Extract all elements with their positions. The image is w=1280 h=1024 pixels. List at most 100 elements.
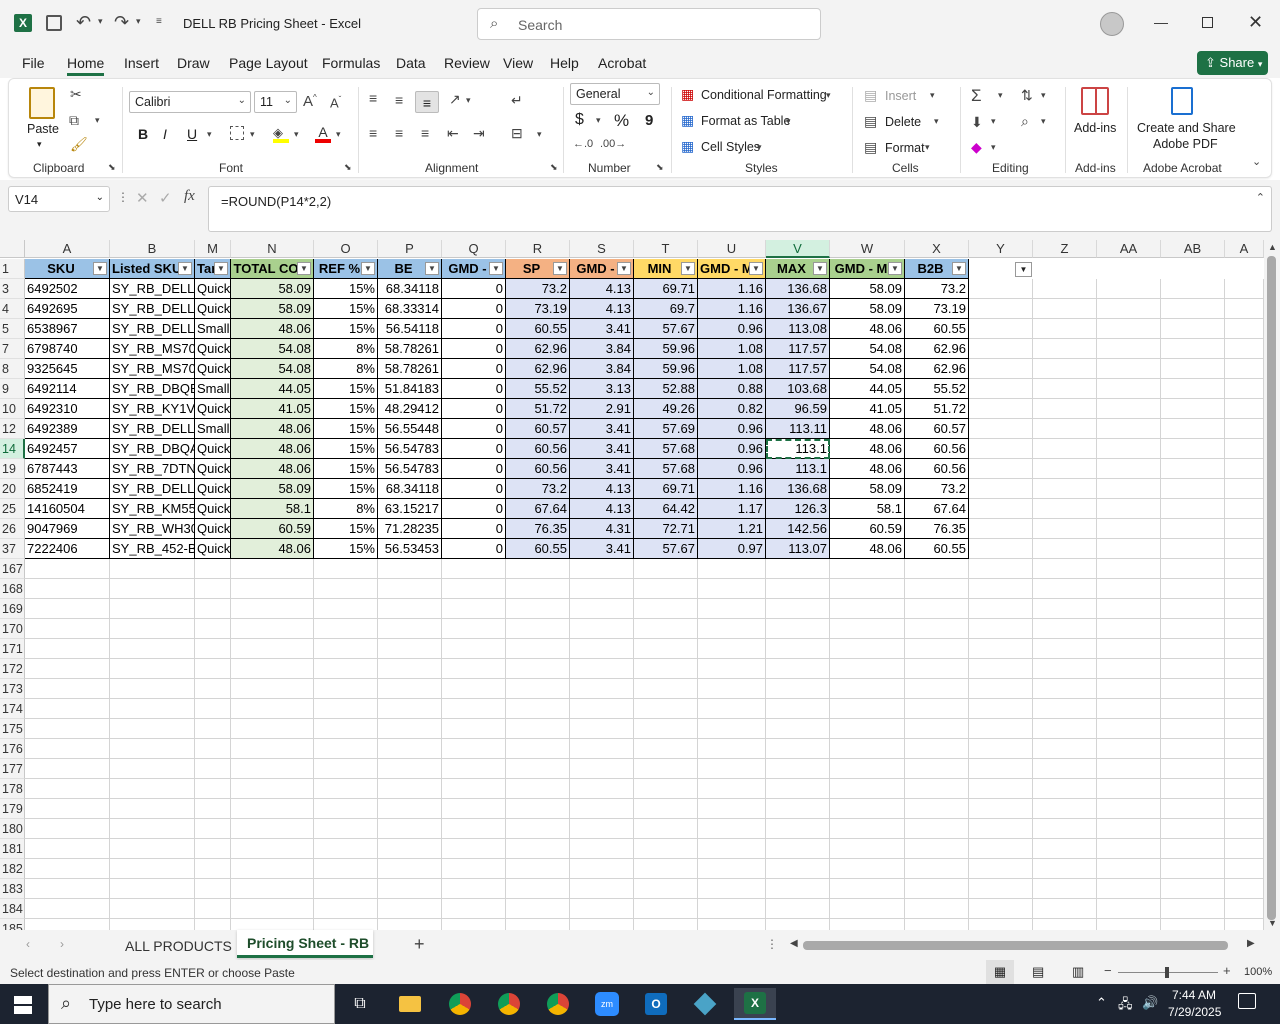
empty-cell[interactable] <box>378 739 442 759</box>
table-cell[interactable]: 126.3 <box>766 499 830 519</box>
empty-cell[interactable] <box>231 759 314 779</box>
empty-cell[interactable] <box>969 379 1033 399</box>
empty-cell[interactable] <box>830 719 905 739</box>
table-cell[interactable]: 0.96 <box>698 459 766 479</box>
empty-cell[interactable] <box>1033 439 1097 459</box>
empty-cell[interactable] <box>1033 799 1097 819</box>
empty-cell[interactable] <box>969 699 1033 719</box>
empty-cell[interactable] <box>1161 859 1225 879</box>
empty-cell[interactable] <box>1033 419 1097 439</box>
empty-cell[interactable] <box>634 819 698 839</box>
tab-help[interactable]: Help <box>550 55 579 71</box>
table-cell[interactable]: Quick <box>195 519 231 539</box>
chrome-profile-3-icon[interactable] <box>540 988 576 1020</box>
create-share-pdf-button-line1[interactable]: Create and Share <box>1137 121 1236 135</box>
table-cell[interactable]: 55.52 <box>506 379 570 399</box>
table-cell[interactable]: 60.56 <box>905 439 969 459</box>
align-bottom-icon[interactable]: ≡ <box>415 91 439 113</box>
empty-cell[interactable] <box>25 739 110 759</box>
empty-cell[interactable] <box>766 799 830 819</box>
table-cell[interactable]: 73.19 <box>905 299 969 319</box>
empty-cell[interactable] <box>1097 699 1161 719</box>
empty-cell[interactable] <box>506 679 570 699</box>
table-cell[interactable]: 15% <box>314 279 378 299</box>
empty-cell[interactable] <box>442 839 506 859</box>
column-header[interactable]: N <box>231 240 314 258</box>
tab-home[interactable]: Home <box>67 55 105 76</box>
empty-cell[interactable] <box>1097 319 1161 339</box>
empty-cell[interactable] <box>969 779 1033 799</box>
empty-cell[interactable] <box>570 899 634 919</box>
table-cell[interactable]: Quick <box>195 459 231 479</box>
column-header[interactable]: S <box>570 240 634 258</box>
empty-cell[interactable] <box>195 839 231 859</box>
collapse-formula-icon[interactable]: ⌃ <box>1256 191 1265 204</box>
tab-view[interactable]: View <box>503 55 533 71</box>
empty-cell[interactable] <box>969 539 1033 559</box>
empty-cell[interactable] <box>314 839 378 859</box>
table-cell[interactable]: 6492695 <box>25 299 110 319</box>
table-cell[interactable]: 15% <box>314 479 378 499</box>
empty-cell[interactable] <box>110 559 195 579</box>
table-cell[interactable]: 56.53453 <box>378 539 442 559</box>
row-header[interactable]: 173 <box>0 679 25 699</box>
empty-cell[interactable] <box>110 719 195 739</box>
empty-cell[interactable] <box>1033 679 1097 699</box>
table-cell[interactable]: 60.55 <box>506 319 570 339</box>
empty-cell[interactable] <box>766 679 830 699</box>
share-button[interactable]: ⇪ Share ▾ <box>1197 51 1268 75</box>
empty-cell[interactable] <box>570 919 634 930</box>
empty-cell[interactable] <box>766 579 830 599</box>
customize-qat-icon[interactable]: ≡ <box>156 16 162 27</box>
table-cell[interactable]: 15% <box>314 319 378 339</box>
empty-cell[interactable] <box>314 719 378 739</box>
empty-cell[interactable] <box>1161 439 1225 459</box>
outlook-icon[interactable]: O <box>638 988 674 1020</box>
empty-cell[interactable] <box>830 619 905 639</box>
scroll-up-icon[interactable]: ▲ <box>1268 242 1277 252</box>
empty-cell[interactable] <box>25 599 110 619</box>
table-cell[interactable]: SY_RB_DBQB <box>110 379 195 399</box>
empty-cell[interactable] <box>570 819 634 839</box>
orientation-icon[interactable]: ↗ <box>449 92 461 106</box>
table-cell[interactable]: Quick <box>195 339 231 359</box>
row-header[interactable]: 20 <box>0 479 25 499</box>
empty-cell[interactable] <box>969 639 1033 659</box>
file-explorer-icon[interactable] <box>392 988 428 1020</box>
table-cell[interactable]: 0 <box>442 519 506 539</box>
table-cell[interactable]: 15% <box>314 519 378 539</box>
empty-cell[interactable] <box>1225 739 1264 759</box>
empty-cell[interactable] <box>231 779 314 799</box>
table-cell[interactable]: 8% <box>314 339 378 359</box>
empty-cell[interactable] <box>231 599 314 619</box>
empty-cell[interactable] <box>1161 599 1225 619</box>
empty-cell[interactable] <box>378 759 442 779</box>
column-header[interactable]: V <box>766 240 830 258</box>
table-cell[interactable]: 58.78261 <box>378 359 442 379</box>
table-cell[interactable]: 48.06 <box>231 439 314 459</box>
format-as-table-button[interactable]: Format as Table <box>701 114 790 128</box>
empty-cell[interactable] <box>1097 779 1161 799</box>
table-cell[interactable]: 64.42 <box>634 499 698 519</box>
decrease-decimal-icon[interactable]: .00→ <box>600 139 626 150</box>
empty-cell[interactable] <box>1033 599 1097 619</box>
table-cell[interactable]: 3.41 <box>570 539 634 559</box>
empty-cell[interactable] <box>969 279 1033 299</box>
table-cell[interactable]: SY_RB_DELL-S <box>110 479 195 499</box>
column-header[interactable]: U <box>698 240 766 258</box>
empty-cell[interactable] <box>905 759 969 779</box>
table-cell[interactable]: 71.28235 <box>378 519 442 539</box>
table-cell[interactable]: 48.29412 <box>378 399 442 419</box>
empty-cell[interactable] <box>1161 759 1225 779</box>
empty-cell[interactable] <box>1097 599 1161 619</box>
filter-dropdown-icon[interactable]: ▼ <box>489 262 503 275</box>
chevron-down-icon[interactable]: ▾ <box>1041 91 1046 100</box>
table-cell[interactable]: 6492114 <box>25 379 110 399</box>
number-format-combo[interactable]: General ⌄ <box>570 83 660 105</box>
empty-cell[interactable] <box>830 919 905 930</box>
font-size-combo[interactable]: 11 ⌄ <box>254 91 297 113</box>
empty-cell[interactable] <box>314 639 378 659</box>
table-cell[interactable]: 0 <box>442 359 506 379</box>
empty-cell[interactable] <box>1033 579 1097 599</box>
empty-cell[interactable] <box>570 779 634 799</box>
